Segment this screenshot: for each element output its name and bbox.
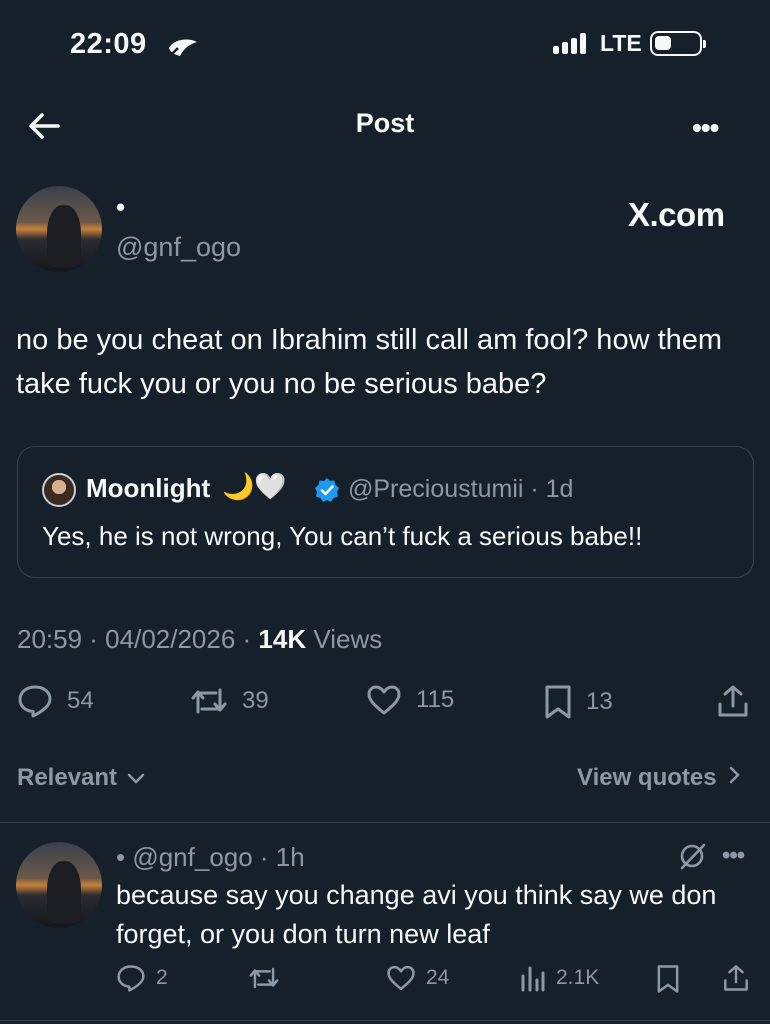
reply-repost-icon[interactable] [248,964,280,992]
heart-icon [387,965,415,991]
quote-avatar [42,473,76,507]
x-watermark: X.com [628,196,725,233]
post-meta: 20:59 · 04/02/2026 · 14K Views [17,624,382,655]
grok-icon[interactable] [678,842,706,870]
focus-mode-icon [169,39,197,56]
reply-reply-count: 2 [156,966,168,989]
reply-count: 54 [67,687,94,714]
share-icon[interactable] [716,684,750,718]
reply-icon [117,965,145,992]
reply-more-icon[interactable]: ••• [722,842,745,870]
more-options-icon[interactable]: ••• [692,112,719,144]
sort-relevant-dropdown[interactable]: Relevant [17,764,146,792]
status-time: 22:09 [70,28,147,60]
like-button[interactable]: 115 [366,684,454,716]
repost-count: 39 [242,687,269,714]
reply-header: • @gnf_ogo · 1h [116,842,305,872]
like-count: 115 [416,686,455,713]
views-label[interactable]: Views [306,624,382,654]
bookmark-icon [545,685,571,719]
views-chart-icon [521,966,545,992]
views-count: 14K [258,624,307,654]
sort-label: Relevant [17,764,118,791]
quote-display-name: Moonlight [86,473,211,503]
quote-name-emoji: 🌙🤍 [222,471,287,501]
page-title: Post [355,108,415,138]
reply-view-count: 2.1K [556,966,600,989]
heart-icon [367,685,401,715]
post-timestamp: 20:59 · 04/02/2026 · [17,624,259,654]
reply-avatar[interactable] [16,842,102,928]
signal-icon [553,32,586,54]
reply-views[interactable]: 2.1K [520,964,599,992]
view-quotes-link[interactable]: View quotes [577,764,741,792]
reply-like-button[interactable]: 24 [386,964,449,992]
reply-reply-button[interactable]: 2 [116,964,168,992]
verified-badge-icon [315,478,339,502]
post-text: no be you cheat on Ibrahim still call am… [16,324,723,400]
quote-text: Yes, he is not wrong, You can’t fuck a s… [42,521,643,551]
repost-button[interactable]: 39 [190,684,269,718]
battery-icon [649,31,706,56]
bookmark-button[interactable]: 13 [544,684,613,720]
status-indicators: LTE [552,30,706,57]
reply-icon [18,685,52,718]
quoted-post[interactable]: Moonlight 🌙🤍 @Precioustumii · 1d Yes, he… [17,446,754,578]
reply-bookmark-icon[interactable] [656,964,680,994]
display-name[interactable]: • [116,192,125,223]
repost-icon [191,688,227,714]
view-quotes-label: View quotes [577,764,717,791]
reply-text: because say you change avi you think say… [116,880,717,949]
divider [0,1020,770,1021]
bookmark-count: 13 [586,688,613,715]
divider [0,822,770,823]
avatar[interactable] [16,186,102,272]
chevron-down-icon [127,773,144,784]
quote-handle-time: @Precioustumii · 1d [348,475,574,503]
reply-share-icon[interactable] [722,964,750,992]
chevron-right-icon [730,766,741,784]
reply-button[interactable]: 54 [17,684,94,718]
network-label: LTE [600,30,642,56]
reply-like-count: 24 [426,966,450,989]
user-handle[interactable]: @gnf_ogo [116,232,241,263]
